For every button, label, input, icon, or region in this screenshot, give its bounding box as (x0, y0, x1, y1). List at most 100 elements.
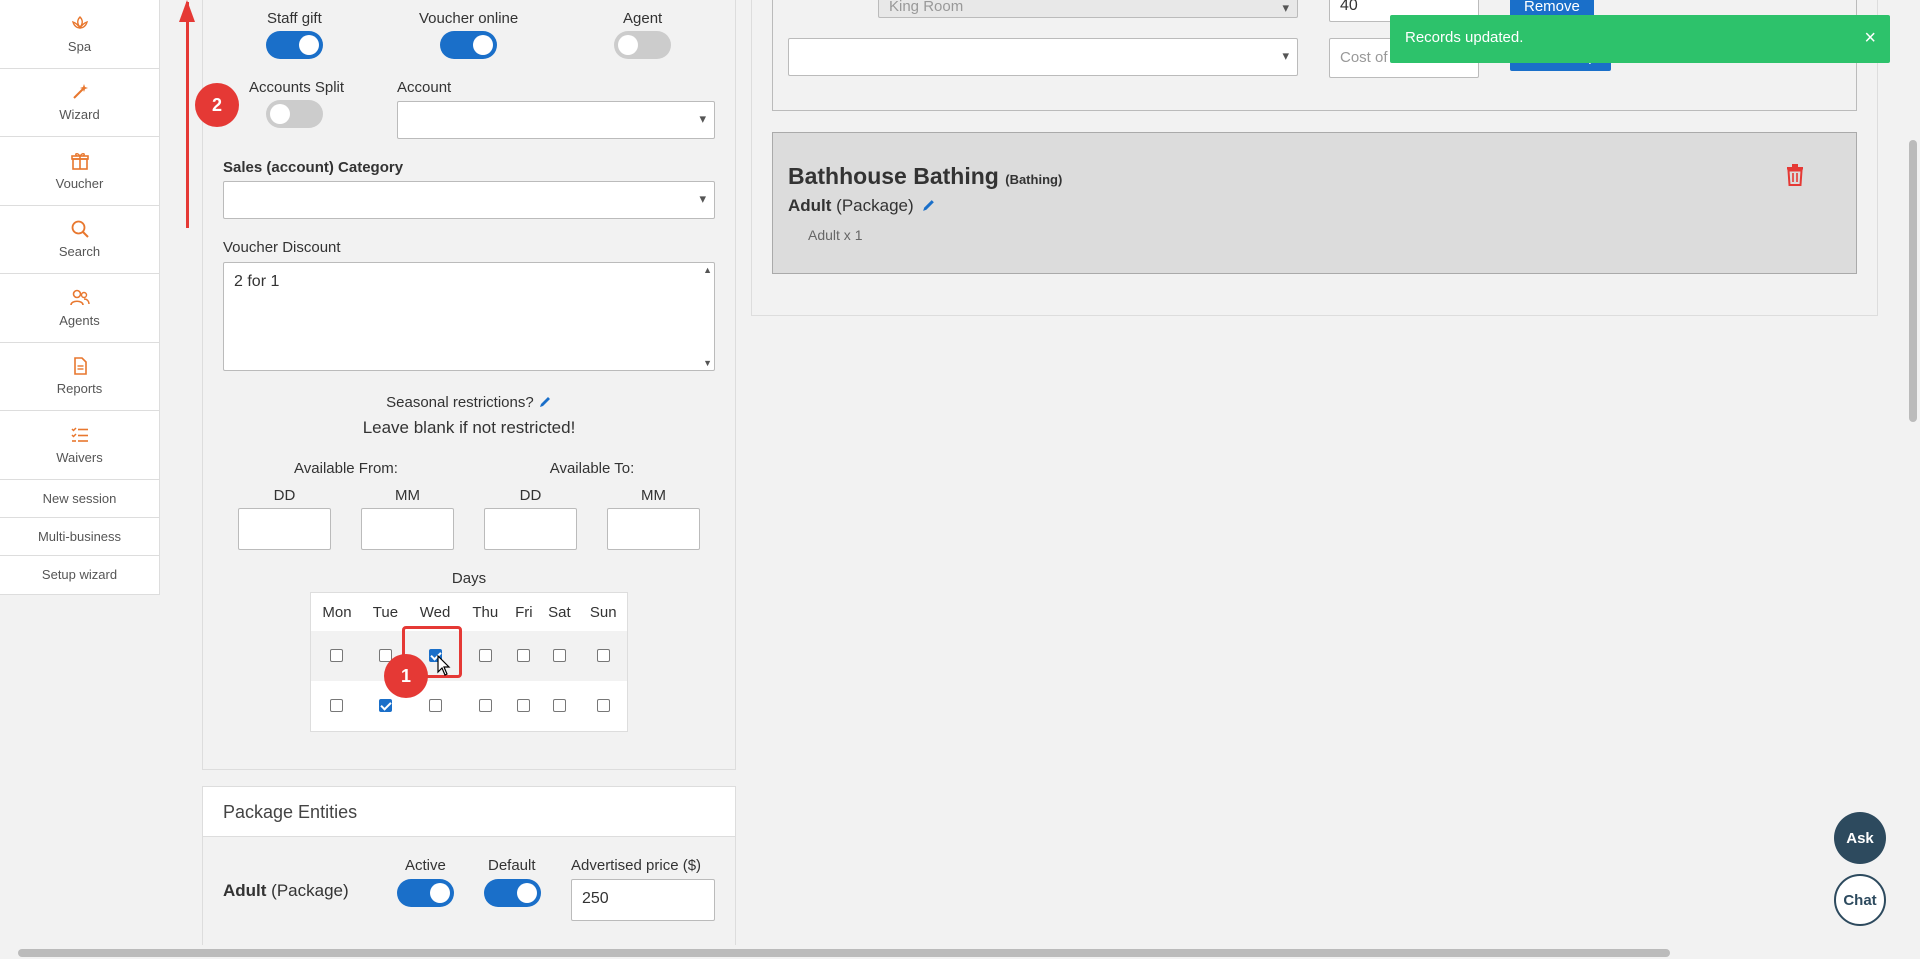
day-checkbox-wed[interactable] (428, 699, 442, 713)
agent-toggle[interactable] (614, 31, 671, 59)
success-toast: Records updated. × (1390, 15, 1890, 63)
annotation-badge-1: 1 (384, 654, 428, 698)
lotus-icon (71, 15, 88, 30)
agent-label: Agent (623, 10, 663, 27)
default-label: Default (488, 857, 536, 874)
sidebar-item-label: Search (58, 244, 101, 260)
staff-gift-label: Staff gift (267, 10, 322, 27)
sidebar-link-new-session[interactable]: New session (0, 480, 159, 518)
vertical-scroll-thumb[interactable] (1909, 140, 1917, 422)
annotation-badge-2: 2 (195, 83, 239, 127)
day-checkbox-mon[interactable] (330, 649, 344, 663)
chat-button[interactable]: Chat (1834, 874, 1886, 926)
pencil-icon[interactable] (538, 395, 552, 409)
sidebar-item-reports[interactable]: Reports (0, 343, 159, 411)
days-grid: Mon Tue Wed Thu Fri Sat Sun (310, 592, 628, 732)
active-label: Active (405, 857, 446, 874)
from-mm-input[interactable] (361, 508, 454, 550)
to-dd-input[interactable] (484, 508, 577, 550)
sales-category-label: Sales (account) Category (223, 159, 404, 176)
day-checkbox-thu[interactable] (478, 649, 492, 663)
voucher-discount-textarea[interactable]: 2 for 1 ▲ ▼ (223, 262, 715, 371)
close-icon[interactable]: × (1864, 27, 1876, 50)
day-cell (539, 631, 580, 681)
horizontal-scroll-thumb[interactable] (18, 949, 1670, 957)
trash-icon[interactable] (1785, 164, 1805, 186)
voucher-discount-label: Voucher Discount (223, 239, 341, 256)
day-cell (462, 681, 508, 731)
accounts-split-toggle[interactable] (266, 100, 323, 128)
voucher-online-label: Voucher online (419, 10, 519, 27)
sidebar-item-voucher[interactable]: Voucher (0, 137, 159, 206)
day-header-sun: Sun (589, 603, 617, 621)
to-mm-input[interactable] (607, 508, 700, 550)
day-checkbox-fri[interactable] (517, 649, 531, 663)
day-cell (579, 681, 627, 731)
pencil-icon[interactable] (921, 198, 936, 213)
days-row (311, 681, 627, 731)
toast-message: Records updated. (1405, 29, 1524, 46)
voucher-discount-value: 2 for 1 (234, 273, 280, 290)
scroll-down-icon[interactable]: ▼ (703, 358, 712, 368)
from-dd-input[interactable] (238, 508, 331, 550)
day-header-fri: Fri (515, 603, 533, 621)
seasonal-restrictions: Seasonal restrictions? (223, 394, 715, 411)
active-toggle[interactable] (397, 879, 454, 907)
checklist-icon (70, 427, 88, 442)
day-cell (462, 631, 509, 681)
seasonal-hint: Leave blank if not restricted! (362, 418, 576, 437)
day-checkbox-sun[interactable] (596, 649, 610, 663)
vertical-scrollbar[interactable] (1906, 0, 1920, 945)
room-select[interactable]: King Room (878, 0, 1298, 18)
day-cell (508, 681, 539, 731)
day-checkbox-fri[interactable] (517, 699, 531, 713)
staff-gift-toggle[interactable] (266, 31, 323, 59)
day-checkbox-sun[interactable] (596, 699, 610, 713)
bathhouse-card: Bathhouse Bathing (Bathing) Adult (Packa… (772, 132, 1857, 274)
sidebar-item-label: Waivers (56, 449, 103, 465)
sidebar-item-spa[interactable]: Spa (0, 0, 159, 69)
day-cell (539, 681, 579, 731)
sidebar-item-search[interactable]: Search (0, 206, 159, 274)
sidebar-link-multi-business[interactable]: Multi-business (0, 518, 159, 556)
days-label: Days (451, 570, 487, 587)
day-checkbox-thu[interactable] (478, 699, 492, 713)
day-checkbox-sat[interactable] (552, 649, 566, 663)
gift-icon (70, 152, 89, 170)
sales-category-select[interactable] (223, 181, 715, 219)
day-checkbox-mon[interactable] (330, 699, 344, 713)
day-cell (579, 631, 627, 681)
day-header-thu: Thu (472, 603, 499, 621)
day-checkbox-tue[interactable] (378, 699, 392, 713)
users-icon (69, 289, 90, 305)
entity-type-label: (Package) (271, 881, 349, 900)
sidebar-link-setup-wizard[interactable]: Setup wizard (0, 556, 159, 594)
sidebar-item-waivers[interactable]: Waivers (0, 411, 159, 480)
sidebar-item-label: Wizard (59, 107, 100, 123)
bath-sub-type: (Package) (836, 196, 914, 215)
seasonal-restrictions-label: Seasonal restrictions? (386, 394, 534, 411)
day-cell (508, 631, 540, 681)
default-toggle[interactable] (484, 879, 541, 907)
sidebar-item-label: Spa (67, 38, 92, 54)
day-cell (311, 681, 363, 731)
voucher-online-toggle[interactable] (440, 31, 497, 59)
account-select[interactable] (397, 101, 715, 139)
item-select[interactable] (788, 38, 1298, 76)
bath-title-label: Bathhouse Bathing (788, 163, 999, 189)
search-icon (71, 220, 89, 238)
price-input[interactable]: 250 (571, 879, 715, 921)
horizontal-scrollbar[interactable] (0, 945, 1920, 959)
bath-title: Bathhouse Bathing (Bathing) (788, 163, 1062, 190)
document-icon (73, 357, 87, 376)
available-to-label: Available To: (549, 460, 635, 477)
scroll-up-icon[interactable]: ▲ (703, 265, 712, 275)
bath-subtitle: Adult (Package) (788, 196, 936, 216)
to-mm-label: MM (641, 487, 666, 504)
ask-button[interactable]: Ask (1834, 812, 1886, 864)
sidebar-item-agents[interactable]: Agents (0, 274, 159, 343)
magic-wand-icon (72, 84, 88, 99)
day-checkbox-sat[interactable] (552, 699, 566, 713)
sidebar-item-wizard[interactable]: Wizard (0, 69, 159, 137)
bath-detail: Adult x 1 (808, 227, 863, 243)
